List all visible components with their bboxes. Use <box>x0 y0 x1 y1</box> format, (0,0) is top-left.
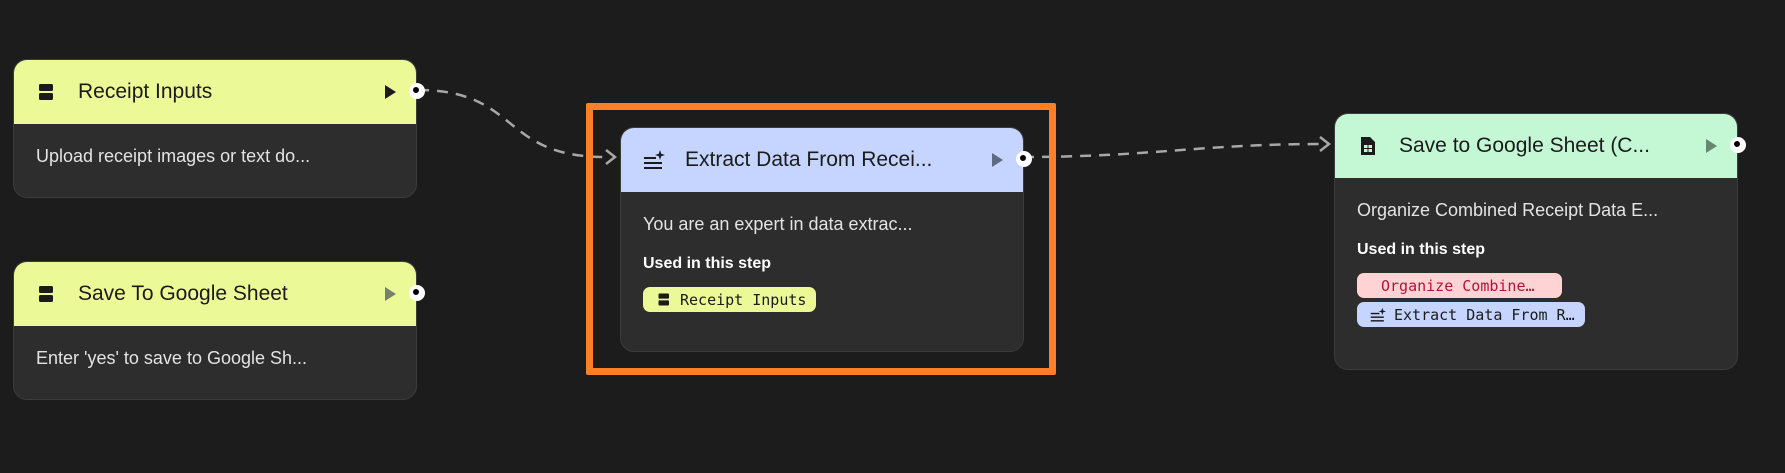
edge-receipt-inputs-to-extract <box>417 88 606 159</box>
node-title: Save to Google Sheet (C... <box>1399 134 1650 157</box>
node-header[interactable]: Receipt Inputs <box>14 60 416 124</box>
workflow-canvas[interactable]: Receipt Inputs Upload receipt images or … <box>0 0 1785 473</box>
edge-extract-to-save <box>1022 142 1324 159</box>
input-icon <box>36 283 58 305</box>
chip-label: Receipt Inputs <box>680 290 807 309</box>
node-body: Enter 'yes' to save to Google Sh... <box>14 326 416 369</box>
chip-list: Organize Combine… Extract Data From R… <box>1357 273 1715 328</box>
generate-icon <box>1370 307 1386 323</box>
node-header[interactable]: Save to Google Sheet (C... <box>1335 114 1737 178</box>
chip-receipt-inputs[interactable]: Receipt Inputs <box>643 287 817 312</box>
run-button[interactable] <box>992 153 1003 167</box>
chip-list: Receipt Inputs <box>643 287 1001 312</box>
output-port[interactable] <box>409 285 425 301</box>
node-body: You are an expert in data extrac... Used… <box>621 192 1023 312</box>
output-port[interactable] <box>1016 151 1032 167</box>
node-body: Upload receipt images or text do... <box>14 124 416 167</box>
run-button[interactable] <box>385 85 396 99</box>
edge-arrow-save <box>1319 136 1332 152</box>
node-title: Receipt Inputs <box>78 80 213 103</box>
generate-icon <box>643 149 665 171</box>
node-extract-data[interactable]: Extract Data From Recei... You are an ex… <box>620 127 1032 352</box>
node-description: Organize Combined Receipt Data E... <box>1357 200 1659 220</box>
used-in-step-label: Used in this step <box>1357 241 1486 258</box>
node-description: Enter 'yes' to save to Google Sh... <box>36 348 308 368</box>
node-title: Extract Data From Recei... <box>685 148 933 171</box>
input-icon <box>656 292 672 308</box>
chip-label: Extract Data From R… <box>1394 305 1575 324</box>
node-description: You are an expert in data extrac... <box>643 214 913 234</box>
used-in-step-label: Used in this step <box>643 255 772 272</box>
chip-extract-data[interactable]: Extract Data From R… <box>1357 302 1585 327</box>
output-port[interactable] <box>409 83 425 99</box>
input-icon <box>36 81 58 103</box>
run-button[interactable] <box>1706 139 1717 153</box>
node-save-to-google-sheet-output[interactable]: Save to Google Sheet (C... Organize Comb… <box>1334 113 1746 370</box>
node-header[interactable]: Save To Google Sheet <box>14 262 416 326</box>
node-body: Organize Combined Receipt Data E... Used… <box>1335 178 1737 328</box>
node-description: Upload receipt images or text do... <box>36 146 311 166</box>
chip-organize-combined[interactable]: Organize Combine… <box>1357 273 1562 298</box>
node-title: Save To Google Sheet <box>78 282 288 305</box>
node-receipt-inputs[interactable]: Receipt Inputs Upload receipt images or … <box>13 59 425 198</box>
sheet-icon <box>1357 135 1379 157</box>
node-header[interactable]: Extract Data From Recei... <box>621 128 1023 192</box>
output-port[interactable] <box>1730 137 1746 153</box>
node-save-to-google-sheet-input[interactable]: Save To Google Sheet Enter 'yes' to save… <box>13 261 425 400</box>
chip-label: Organize Combine… <box>1381 276 1535 295</box>
run-button[interactable] <box>385 287 396 301</box>
